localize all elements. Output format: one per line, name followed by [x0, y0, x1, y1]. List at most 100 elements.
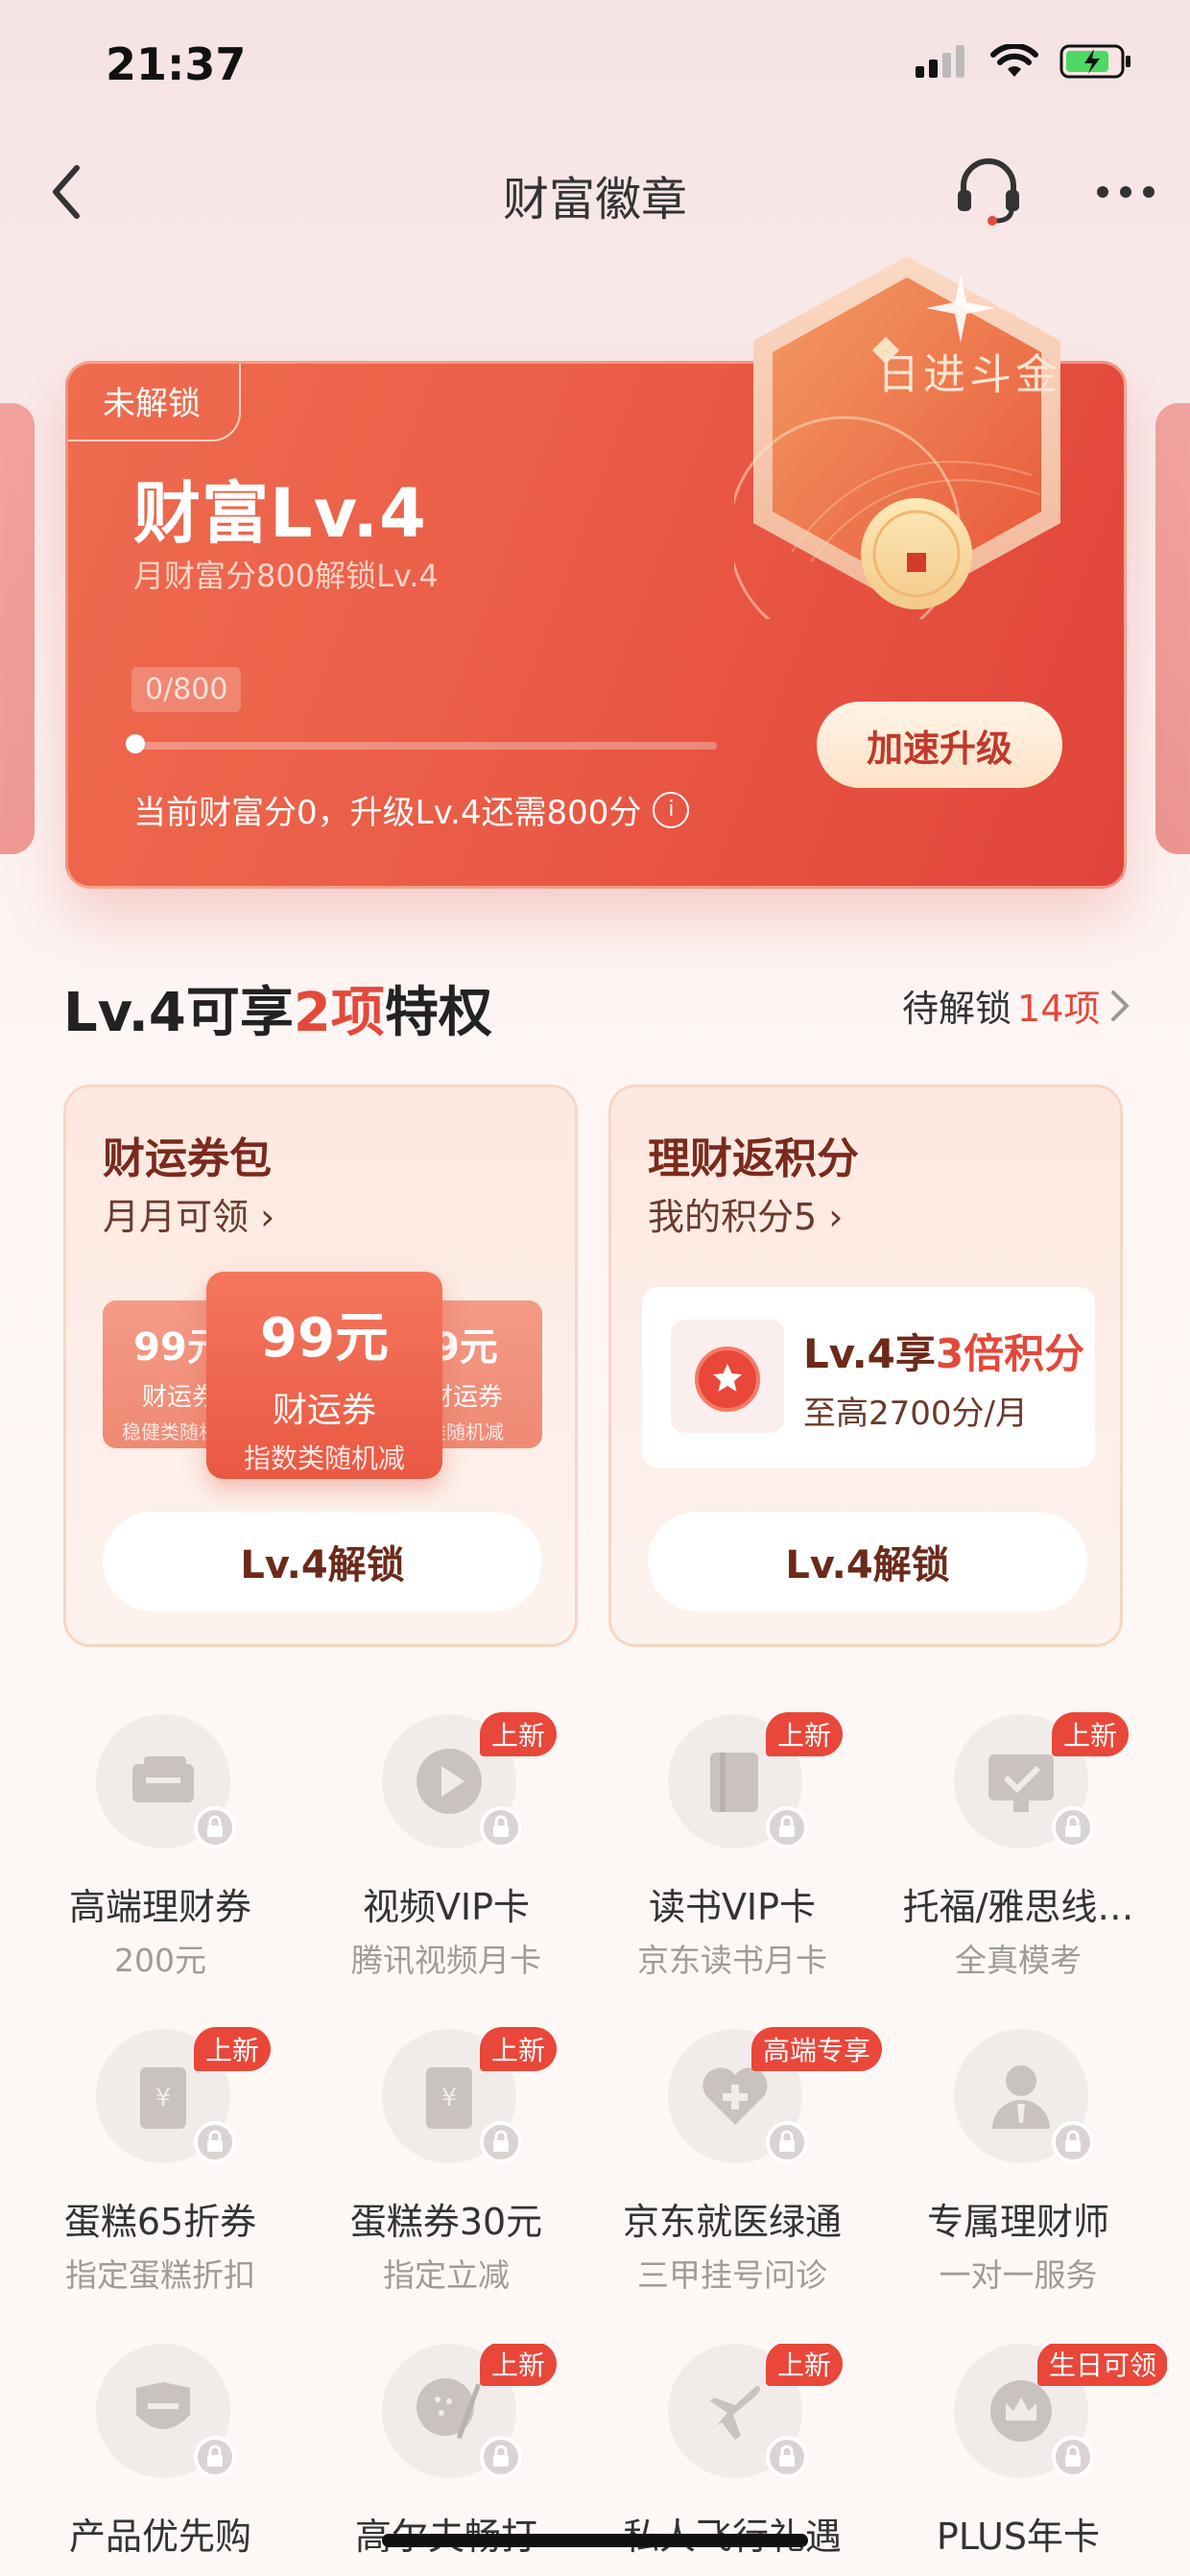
pending-label: 待解锁	[902, 988, 1012, 1030]
benefit-subtitle: 三甲挂号问诊	[637, 2256, 827, 2294]
coupon-main-name: 财运券	[272, 1391, 376, 1430]
my-points-link[interactable]: 我的积分5 ›	[648, 1187, 843, 1240]
benefit-item[interactable]: 上新托福/雅思线… 全真模考	[869, 1712, 1167, 1983]
benefit-item[interactable]: ¥ 上新蛋糕65折券指定蛋糕折扣	[12, 2027, 309, 2298]
chevron-right-icon: ›	[260, 1196, 275, 1238]
benefit-tag: 上新	[480, 1712, 558, 1756]
coupon-pack-card[interactable]: 财运券包 月月可领 › 99元 财运券 稳健类随机减 9元 财运券 类随机减 9…	[63, 1085, 578, 1647]
coupon-main: 99元 财运券 指数类随机减	[206, 1272, 442, 1479]
lock-icon	[1052, 1806, 1094, 1849]
benefit-subtitle: 精选高端理财	[12, 2564, 309, 2574]
benefit-subtitle: 京东PLUS会员	[869, 2564, 1167, 2574]
points-title: 理财返积分	[648, 1134, 859, 1183]
lock-status-tag: 未解锁	[68, 364, 241, 441]
star-medal-icon	[695, 1347, 760, 1412]
lock-icon	[480, 1806, 522, 1849]
lock-icon	[194, 2436, 236, 2478]
points-multiplier: Lv.4享3倍积分	[803, 1322, 1084, 1380]
benefit-item[interactable]: ¥ 上新 蛋糕券30元 指定立减	[298, 2027, 595, 2298]
pending-privileges-link[interactable]: 待解锁 14项	[902, 979, 1134, 1032]
benefit-tag: 生日可领	[1037, 2344, 1167, 2386]
lock-icon	[1052, 2436, 1094, 2478]
coupon-pack-title: 财运券包	[103, 1134, 272, 1183]
benefit-subtitle: 200元	[114, 1942, 206, 1979]
points-unlock-button[interactable]: Lv.4解锁	[648, 1512, 1087, 1611]
lock-icon	[194, 2121, 236, 2163]
benefit-tag: 上新	[766, 2344, 844, 2386]
benefit-name: 蛋糕65折券	[63, 2201, 257, 2243]
benefit-tag: 上新	[480, 2344, 558, 2386]
points-detail: 至高2700分/月	[803, 1395, 1028, 1433]
benefit-item[interactable]: 专属理财师一对一服务	[869, 2029, 1167, 2298]
badge-emblem-text: 日进斗金	[877, 350, 1061, 399]
benefit-name: 蛋糕券30元	[349, 2201, 543, 2243]
benefit-tag: 高端专享	[751, 2027, 883, 2071]
benefit-item[interactable]: 上新 读书VIP卡 京东读书月卡	[583, 1712, 881, 1983]
benefit-subtitle: 腾讯视频月卡	[351, 1942, 541, 1979]
lock-icon	[766, 2436, 808, 2478]
status-icons	[916, 44, 1132, 79]
lock-icon	[194, 1806, 236, 1849]
benefit-name: 高端理财券	[68, 1886, 251, 1928]
points-highlight-box: Lv.4享3倍积分 至高2700分/月	[642, 1287, 1095, 1467]
points-card[interactable]: 理财返积分 我的积分5 › Lv.4享3倍积分 至高2700分/月 Lv.4解锁	[608, 1085, 1123, 1647]
score-description: 当前财富分0，升级Lv.4还需800分 i	[133, 786, 690, 833]
svg-text:¥: ¥	[441, 2084, 458, 2112]
benefit-tag: 上新	[766, 1712, 844, 1756]
benefit-item[interactable]: 上新视频VIP卡腾讯视频月卡	[298, 1712, 595, 1983]
lock-icon	[480, 2436, 522, 2478]
benefit-item[interactable]: 高端专享 京东就医绿通 三甲挂号问诊	[583, 2027, 883, 2298]
benefit-name: 读书VIP卡	[648, 1886, 817, 1928]
coupon-main-amount: 99元	[260, 1307, 389, 1370]
benefit-name: 产品优先购	[68, 2516, 251, 2558]
benefit-subtitle: 练习场畅打	[298, 2564, 595, 2574]
benefit-name: PLUS年卡	[936, 2516, 1101, 2558]
speed-up-button[interactable]: 加速升级	[817, 702, 1062, 788]
lock-icon	[480, 2121, 522, 2163]
info-icon[interactable]: i	[653, 791, 690, 828]
benefit-subtitle: 全真模考	[955, 1942, 1082, 1979]
coupon-pack-unlock-button[interactable]: Lv.4解锁	[103, 1512, 542, 1611]
cellular-signal-icon	[916, 45, 964, 78]
points-icon-box	[671, 1320, 784, 1433]
privileges-count: 2项	[293, 982, 385, 1044]
privileges-title-prefix: Lv.4可享	[63, 982, 294, 1044]
customer-service-icon[interactable]	[950, 154, 1027, 230]
benefit-name: 托福/雅思线…	[902, 1886, 1134, 1928]
status-time: 21:37	[106, 38, 247, 90]
next-badge-card[interactable]	[1155, 403, 1190, 854]
previous-badge-card[interactable]	[0, 403, 35, 854]
lock-icon	[766, 2121, 808, 2163]
chevron-right-icon	[1111, 990, 1130, 1021]
benefit-tag: 上新	[1052, 1712, 1130, 1756]
coupon-pack-link[interactable]: 月月可领 ›	[103, 1187, 274, 1240]
progress-indicator	[126, 734, 145, 753]
more-icon[interactable]	[1094, 173, 1157, 211]
coupon-pack-subtitle: 月月可领	[103, 1196, 250, 1238]
lock-icon	[1052, 2121, 1094, 2163]
coupon-main-desc: 指数类随机减	[243, 1443, 405, 1474]
benefit-item[interactable]: 生日可领 PLUS年卡京东PLUS会员	[869, 2344, 1167, 2574]
badge-title: 财富Lv.4	[133, 474, 427, 553]
privileges-title-suffix: 特权	[384, 982, 492, 1044]
benefit-tag: 上新	[194, 2027, 272, 2071]
benefit-item[interactable]: 产品优先购精选高端理财	[12, 2344, 309, 2574]
progress-value: 0/800	[131, 667, 242, 712]
privileges-title: Lv.4可享2项特权	[63, 969, 492, 1047]
benefit-subtitle: 包机上乘礼	[583, 2564, 881, 2574]
benefit-item[interactable]: 高端理财券 200元	[12, 1714, 309, 1983]
battery-charging-icon	[1059, 44, 1130, 79]
benefit-subtitle: 指定立减	[383, 2256, 510, 2294]
points-multiplier-value: 3倍积分	[935, 1330, 1085, 1377]
score-description-text: 当前财富分0，升级Lv.4还需800分	[133, 794, 642, 832]
wifi-icon	[990, 44, 1038, 77]
benefit-name: 视频VIP卡	[362, 1886, 531, 1928]
benefit-name: 专属理财师	[926, 2201, 1109, 2243]
points-subtitle: 我的积分5	[648, 1196, 818, 1238]
benefit-subtitle: 指定蛋糕折扣	[65, 2256, 255, 2294]
pending-count: 14项	[1017, 988, 1101, 1030]
wealth-badge-icon: 日进斗金	[734, 256, 1061, 619]
benefit-subtitle: 一对一服务	[939, 2256, 1098, 2294]
points-multiplier-prefix: Lv.4享	[803, 1330, 936, 1377]
svg-text:¥: ¥	[155, 2084, 172, 2112]
